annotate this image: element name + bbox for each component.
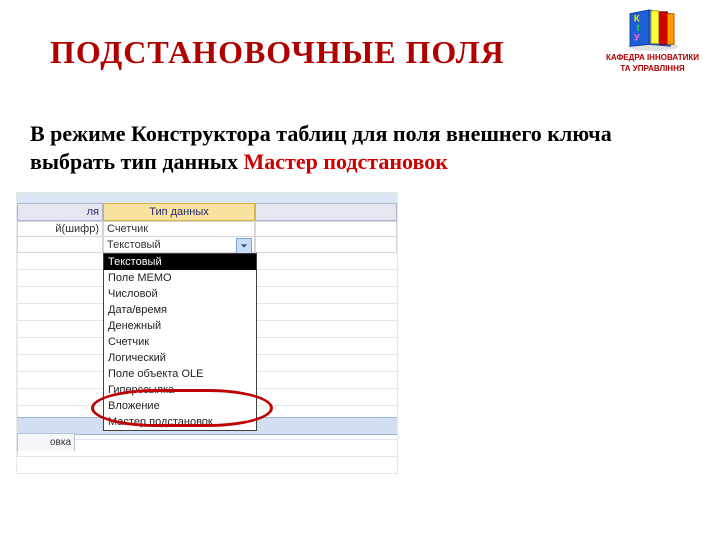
grid-header-row: ля Тип данных: [17, 203, 397, 221]
dropdown-item[interactable]: Вложение: [104, 398, 256, 414]
dropdown-item[interactable]: Текстовый: [104, 254, 256, 270]
dropdown-item[interactable]: Числовой: [104, 286, 256, 302]
logo-text-line1: КАФЕДРА ІННОВАТИКИ: [605, 54, 700, 63]
dropdown-arrow-icon[interactable]: [236, 238, 252, 254]
properties-tab[interactable]: овка: [17, 433, 75, 451]
dropdown-item-lookup-wizard[interactable]: Мастер подстановок.: [104, 414, 256, 430]
dropdown-item[interactable]: Денежный: [104, 318, 256, 334]
dropdown-item[interactable]: Поле объекта OLE: [104, 366, 256, 382]
grid-header-fieldname: ля: [17, 203, 103, 221]
logo: К І У КАФЕДРА ІННОВАТИКИ ТА УПРАВЛІННЯ: [605, 8, 700, 74]
grid-header-datatype[interactable]: Тип данных: [103, 203, 255, 221]
datatype-dropdown[interactable]: Текстовый Поле МЕМО Числовой Дата/время …: [103, 253, 257, 431]
desc-cell[interactable]: [255, 221, 397, 237]
svg-text:У: У: [633, 33, 640, 44]
dropdown-item[interactable]: Дата/время: [104, 302, 256, 318]
paragraph-highlight: Мастер подстановок: [243, 149, 447, 174]
dropdown-item[interactable]: Счетчик: [104, 334, 256, 350]
field-name-cell[interactable]: й(шифр): [17, 221, 103, 237]
page-title: ПОДСТАНОВОЧНЫЕ ПОЛЯ: [50, 34, 505, 71]
desc-cell[interactable]: [255, 237, 397, 253]
datatype-combo-value: Текстовый: [107, 239, 161, 251]
datatype-cell[interactable]: Счетчик: [103, 221, 255, 237]
dropdown-item[interactable]: Логический: [104, 350, 256, 366]
datatype-combo[interactable]: Текстовый: [103, 237, 255, 253]
body-paragraph: В режиме Конструктора таблиц для поля вн…: [30, 120, 690, 175]
field-name-cell[interactable]: [17, 237, 103, 253]
dropdown-item[interactable]: Поле МЕМО: [104, 270, 256, 286]
grid-header-desc: [255, 203, 397, 221]
logo-book-icon: К І У: [624, 8, 682, 52]
logo-text-line2: ТА УПРАВЛІННЯ: [605, 65, 700, 74]
dropdown-item[interactable]: Гиперссылка: [104, 382, 256, 398]
access-screenshot: ля Тип данных й(шифр) Счетчик Текстовый: [16, 192, 398, 474]
